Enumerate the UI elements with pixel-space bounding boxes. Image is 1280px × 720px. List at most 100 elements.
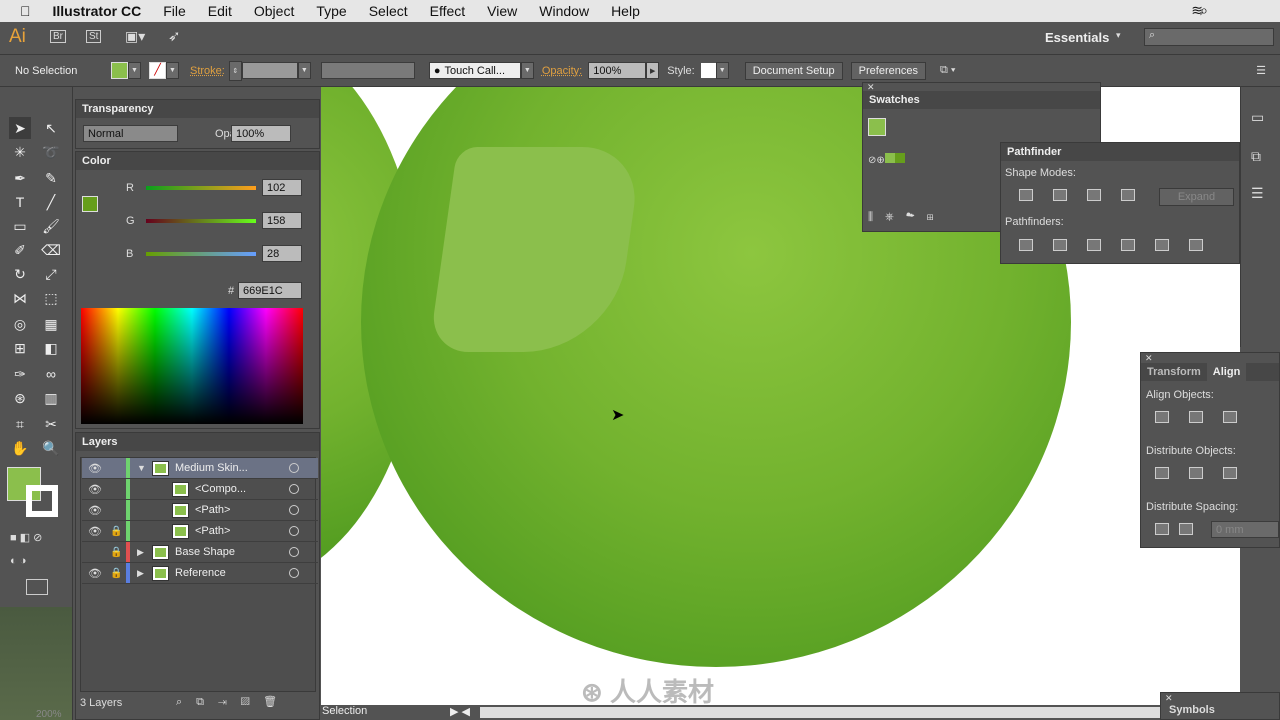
swatch-list[interactable]: ⊘⊕ [868,153,905,166]
shaper-tool-icon[interactable]: ✐ [9,239,31,261]
visibility-eye-icon[interactable]: 👁 [88,525,102,538]
target-circle-icon[interactable] [289,463,299,473]
dock-pathfinder-icon[interactable]: ⧉ [1251,148,1270,165]
layer-row[interactable]: 👁 <Compo... [82,479,318,500]
draw-mode-buttons[interactable]: ◐ ◑ [10,555,26,567]
graphic-style-swatch[interactable] [700,63,716,78]
menu-view[interactable]: View [487,3,517,19]
width-tool-icon[interactable]: ⋈ [9,287,31,309]
gradient-tool-icon[interactable]: ◧ [40,337,62,359]
visibility-eye-icon[interactable]: 👁 [88,462,102,475]
control-menu-icon[interactable]: ☰ [1256,64,1266,77]
transparency-opacity-input[interactable]: 100% [231,125,291,142]
menu-object[interactable]: Object [254,3,294,19]
eyedropper-tool-icon[interactable]: ✑ [9,363,31,385]
distribute-spacing-buttons[interactable] [1145,523,1193,538]
expand-arrow-icon[interactable]: ▶ [137,547,144,558]
align-close-icon[interactable]: ✕ [1141,353,1279,363]
symbol-sprayer-tool-icon[interactable]: ⊛ [9,387,31,409]
layer-name[interactable]: <Path> [195,525,230,537]
perspective-grid-tool-icon[interactable]: ▦ [40,313,62,335]
layer-row[interactable]: 👁 🔒 <Path> [82,521,318,542]
r-input[interactable]: 102 [262,179,302,196]
layer-name[interactable]: Base Shape [175,546,235,558]
slice-tool-icon[interactable]: ✂ [40,413,62,435]
isolate-object-icon[interactable]: ⧉ ▾ [940,64,956,77]
stock-button[interactable]: St [86,30,102,43]
menu-app[interactable]: Illustrator CC [53,3,142,19]
menu-edit[interactable]: Edit [208,3,232,19]
eraser-tool-icon[interactable]: ⌫ [40,239,62,261]
layer-name[interactable]: Medium Skin... [175,462,248,474]
blend-mode-select[interactable]: Normal [83,125,178,142]
color-mode-buttons[interactable]: ■ ◧ ⊘ [10,531,42,544]
bridge-button[interactable]: Br [50,30,66,43]
lock-icon[interactable]: 🔒 [110,568,122,579]
variable-width-profile[interactable] [320,62,415,79]
column-graph-tool-icon[interactable]: ▥ [40,387,62,409]
arrange-documents-icon[interactable]: ▣▾ [125,28,145,45]
direct-selection-tool-icon[interactable]: ↖ [40,117,62,139]
brush-dropdown[interactable]: ▼ [520,62,534,79]
color-fill-swatch[interactable] [82,196,98,212]
line-tool-icon[interactable]: ╱ [40,191,62,213]
opacity-slider-button[interactable]: ▶ [646,62,660,79]
spacing-input[interactable]: 0 mm [1211,521,1279,538]
scale-tool-icon[interactable]: ⤢ [40,263,62,285]
visibility-eye-icon[interactable]: 👁 [88,504,102,517]
workspace-dropdown-icon[interactable]: ▾ [1116,30,1121,41]
menu-effect[interactable]: Effect [430,3,466,19]
apple-icon[interactable]:  [20,3,31,19]
layer-name[interactable]: Reference [175,567,226,579]
stroke-weight-input[interactable] [241,62,298,79]
gpu-rocket-icon[interactable]: ➶ [168,27,181,45]
swatch-fill[interactable] [868,118,886,136]
search-spotlight-icon[interactable]: ⌕ [1200,2,1208,19]
blend-tool-icon[interactable]: ∞ [40,363,62,385]
status-tool[interactable]: Selection [322,705,367,717]
lock-icon[interactable]: 🔒 [110,526,122,537]
brush-definition[interactable]: ● Touch Call... [428,62,521,79]
paintbrush-tool-icon[interactable]: 🖌 [40,215,62,237]
symbols-tab[interactable]: Symbols [1161,704,1215,716]
stroke-weight-stepper[interactable]: ⇕ [228,60,242,81]
expand-arrow-icon[interactable]: ▶ [137,568,144,579]
target-circle-icon[interactable] [289,568,299,578]
g-input[interactable]: 158 [262,212,302,229]
style-dropdown[interactable]: ▼ [715,62,729,79]
horizontal-scrollbar[interactable] [480,707,1160,718]
pathfinder-buttons[interactable] [1009,239,1213,254]
target-circle-icon[interactable] [289,505,299,515]
r-slider[interactable] [146,186,256,190]
b-slider[interactable] [146,252,256,256]
pathfinder-tab[interactable]: Pathfinder [1001,143,1239,161]
lasso-tool-icon[interactable]: ➰ [40,141,62,163]
type-tool-icon[interactable]: T [9,191,31,213]
preferences-button[interactable]: Preferences [850,61,926,80]
g-slider[interactable] [146,219,256,223]
layer-row[interactable]: 👁 <Path> [82,500,318,521]
swatches-close-icon[interactable]: ✕ [863,83,1100,92]
layer-row[interactable]: 👁 ▼ Medium Skin... [82,458,318,479]
target-circle-icon[interactable] [289,484,299,494]
hand-tool-icon[interactable]: ✋ [9,437,31,459]
layer-row[interactable]: 👁 🔒 ▶ Reference [82,563,318,584]
zoom-tool-icon[interactable]: 🔍 [40,437,62,459]
stroke-weight-dropdown[interactable]: ▼ [297,62,311,79]
screen-mode-button[interactable] [26,579,48,595]
free-transform-tool-icon[interactable]: ⬚ [40,287,62,309]
layer-actions[interactable]: ⌕⧉⇥▨🗑 [176,695,291,709]
layers-tab[interactable]: Layers [76,433,319,451]
menu-file[interactable]: File [163,3,186,19]
visibility-eye-icon[interactable]: 👁 [88,483,102,496]
distribute-object-buttons[interactable] [1145,467,1247,482]
help-search-input[interactable]: ⌕ [1144,28,1274,46]
document-setup-button[interactable]: Document Setup [744,61,843,80]
rectangle-tool-icon[interactable]: ▭ [9,215,31,237]
collapse-arrow-icon[interactable]: ▼ [137,463,146,473]
menu-type[interactable]: Type [316,3,346,19]
hex-input[interactable]: 669E1C [238,282,302,299]
lock-icon[interactable]: 🔒 [110,547,122,558]
stroke-dropdown[interactable]: ▼ [166,62,179,79]
opacity-label[interactable]: Opacity: [542,65,582,77]
